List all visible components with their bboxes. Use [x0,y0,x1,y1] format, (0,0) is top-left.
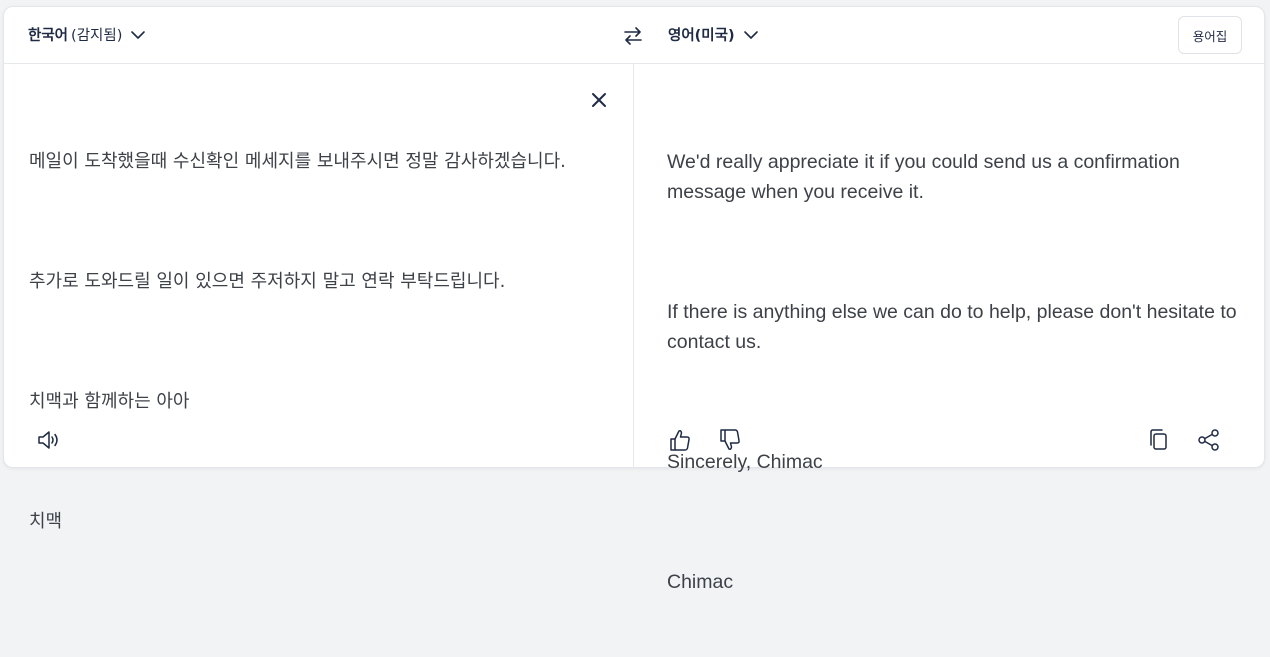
clear-text-button[interactable] [588,89,610,111]
target-language-name: 영어(미국) [668,28,735,44]
translation-paragraph: If there is anything else we can do to h… [667,301,1243,353]
detected-label: (감지됨) [71,28,123,44]
source-paragraph: 추가로 도와드릴 일이 있으면 주저하지 말고 연락 부탁드립니다. [29,271,506,292]
source-text-area[interactable]: 메일이 도착했을때 수신확인 메세지를 보내주시면 정말 감사하겠습니다. 추가… [29,87,574,597]
chevron-down-icon [130,27,146,43]
thumbs-down-icon [717,427,743,453]
copy-icon [1146,427,1172,453]
translation-paragraph: Chimac [667,571,734,593]
swap-languages-button[interactable] [621,24,645,48]
share-button[interactable] [1196,427,1222,453]
thumbs-down-button[interactable] [717,427,743,453]
source-language-name: 한국어 [28,28,69,44]
chevron-down-icon [743,27,759,43]
target-language-selector[interactable]: 영어(미국) [668,24,759,45]
source-paragraph: 치맥 [29,511,63,532]
swap-arrows-icon [621,24,645,48]
translation-paragraph: We'd really appreciate it if you could s… [667,151,1186,203]
glossary-button[interactable]: 용어집 [1178,16,1242,54]
listen-source-button[interactable] [36,427,62,453]
speaker-icon [36,427,62,453]
source-paragraph: 치맥과 함께하는 아아 [29,391,190,412]
thumbs-up-button[interactable] [667,427,693,453]
copy-button[interactable] [1146,427,1172,453]
thumbs-up-icon [667,427,693,453]
translation-text-area: We'd really appreciate it if you could s… [667,87,1242,657]
source-paragraph: 메일이 도착했을때 수신확인 메세지를 보내주시면 정말 감사하겠습니다. [29,151,566,172]
language-bar: 한국어 (감지됨) 영어(미국) 용어집 [4,7,1264,64]
translator-card: 한국어 (감지됨) 영어(미국) 용어집 메일이 도착했을때 수신확인 메세지를… [3,6,1265,593]
source-language-selector[interactable]: 한국어 (감지됨) [28,24,146,45]
share-icon [1196,427,1222,453]
close-icon [588,89,610,111]
pane-divider [633,64,634,469]
